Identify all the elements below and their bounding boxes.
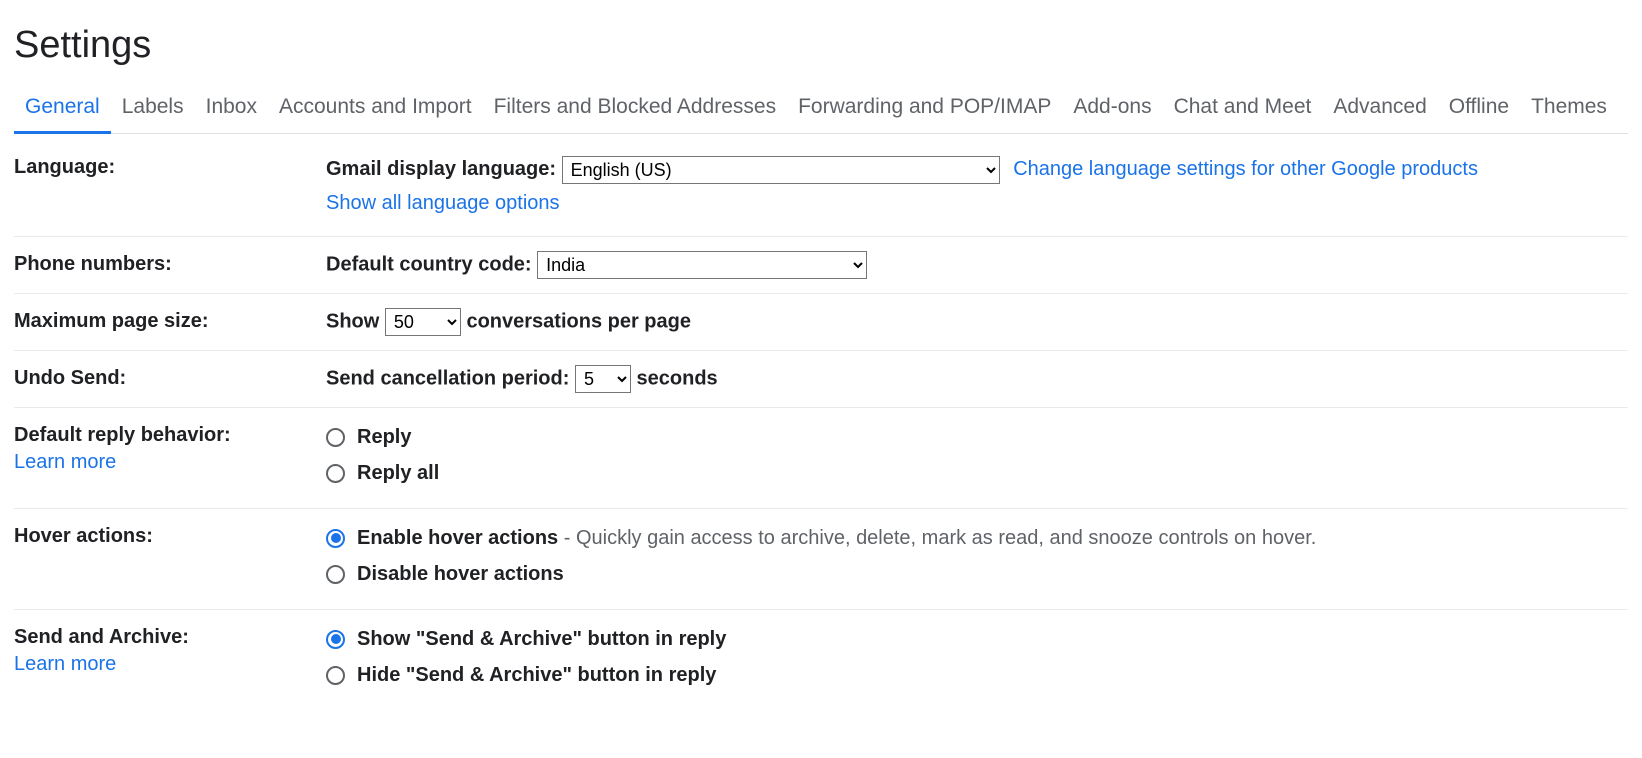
radio-show-send-archive[interactable]	[326, 630, 345, 649]
row-language: Language: Gmail display language: Englis…	[14, 134, 1628, 237]
row-phone: Phone numbers: Default country code: Ind…	[14, 237, 1628, 294]
undo-period-select[interactable]: 5	[575, 365, 631, 393]
row-reply: Default reply behavior: Learn more Reply…	[14, 408, 1628, 509]
tab-offline[interactable]: Offline	[1438, 85, 1520, 133]
hover-disable-label: Disable hover actions	[357, 559, 564, 589]
undo-suffix: seconds	[637, 367, 718, 389]
tab-accounts[interactable]: Accounts and Import	[268, 85, 483, 133]
row-sendarchive: Send and Archive: Learn more Show "Send …	[14, 610, 1628, 710]
radio-hide-send-archive[interactable]	[326, 666, 345, 685]
label-reply: Default reply behavior:	[14, 424, 231, 446]
language-select[interactable]: English (US)	[562, 156, 1000, 184]
reply-option-reply: Reply	[357, 422, 411, 452]
tab-chat[interactable]: Chat and Meet	[1163, 85, 1323, 133]
hover-enable-label: Enable hover actions	[357, 527, 558, 549]
sendarchive-show-label: Show "Send & Archive" button in reply	[357, 624, 726, 654]
pagesize-select[interactable]: 50	[385, 308, 461, 336]
label-language: Language:	[14, 154, 326, 179]
label-phone: Phone numbers:	[14, 251, 326, 276]
tab-themes[interactable]: Themes	[1520, 85, 1618, 133]
label-pagesize: Maximum page size:	[14, 308, 326, 333]
reply-option-reply-all: Reply all	[357, 458, 439, 488]
country-code-select[interactable]: India	[537, 251, 867, 279]
country-code-label: Default country code:	[326, 253, 532, 275]
show-all-languages-link[interactable]: Show all language options	[326, 192, 560, 214]
sendarchive-hide-label: Hide "Send & Archive" button in reply	[357, 660, 716, 690]
label-sendarchive: Send and Archive:	[14, 626, 189, 648]
page-title: Settings	[14, 0, 1628, 85]
tab-addons[interactable]: Add-ons	[1062, 85, 1162, 133]
row-hover: Hover actions: Enable hover actions - Qu…	[14, 509, 1628, 610]
reply-learn-more-link[interactable]: Learn more	[14, 451, 326, 474]
tab-labels[interactable]: Labels	[111, 85, 195, 133]
row-pagesize: Maximum page size: Show 50 conversations…	[14, 294, 1628, 351]
row-undo: Undo Send: Send cancellation period: 5 s…	[14, 351, 1628, 408]
radio-disable-hover[interactable]	[326, 565, 345, 584]
sendarchive-learn-more-link[interactable]: Learn more	[14, 653, 326, 676]
undo-prefix: Send cancellation period:	[326, 367, 569, 389]
language-display-label: Gmail display language:	[326, 158, 556, 180]
pagesize-suffix: conversations per page	[466, 310, 691, 332]
radio-reply-all[interactable]	[326, 464, 345, 483]
tab-inbox[interactable]: Inbox	[195, 85, 268, 133]
radio-enable-hover[interactable]	[326, 529, 345, 548]
tab-forwarding[interactable]: Forwarding and POP/IMAP	[787, 85, 1062, 133]
tab-filters[interactable]: Filters and Blocked Addresses	[483, 85, 787, 133]
hover-enable-desc: - Quickly gain access to archive, delete…	[558, 527, 1316, 549]
radio-reply[interactable]	[326, 428, 345, 447]
change-language-link[interactable]: Change language settings for other Googl…	[1013, 158, 1478, 180]
label-undo: Undo Send:	[14, 365, 326, 390]
tab-general[interactable]: General	[14, 85, 111, 134]
settings-tabs: General Labels Inbox Accounts and Import…	[14, 85, 1628, 134]
pagesize-show: Show	[326, 310, 379, 332]
label-hover: Hover actions:	[14, 523, 326, 548]
tab-advanced[interactable]: Advanced	[1322, 85, 1437, 133]
